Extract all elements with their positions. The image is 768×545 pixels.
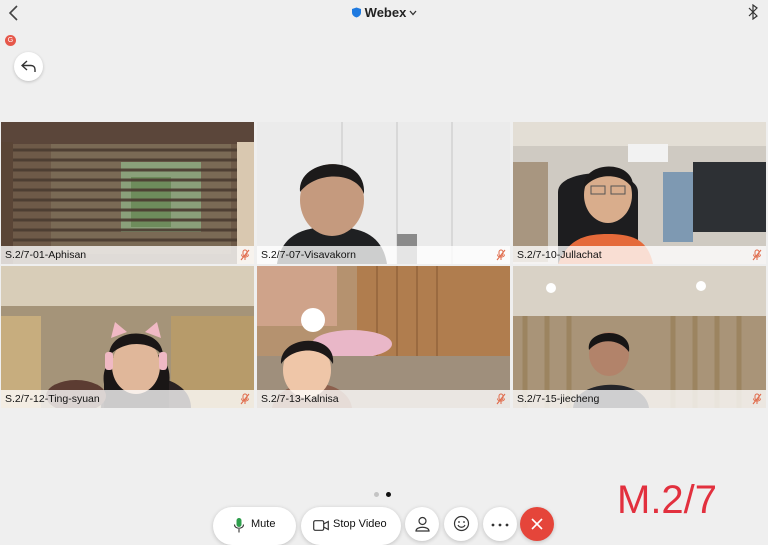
- class-watermark: M.2/7: [617, 478, 718, 522]
- mic-muted-icon: [752, 393, 762, 405]
- stop-video-button[interactable]: Stop Video: [301, 507, 401, 545]
- video-tile[interactable]: S.2/7-10-Jullachat: [513, 122, 766, 264]
- video-tile[interactable]: S.2/7-13-Kalnisa: [257, 266, 510, 408]
- mute-button[interactable]: Mute: [213, 507, 296, 545]
- video-tile[interactable]: S.2/7-07-Visavakorn: [257, 122, 510, 264]
- video-tile[interactable]: S.2/7-01-Aphisan: [1, 122, 254, 264]
- bluetooth-icon: [748, 4, 758, 20]
- video-tile[interactable]: S.2/7-15-jiecheng: [513, 266, 766, 408]
- emoji-icon: [453, 515, 470, 532]
- chevron-down-icon: [409, 10, 417, 16]
- participant-label: S.2/7-15-jiecheng: [513, 390, 766, 408]
- participant-name: S.2/7-15-jiecheng: [517, 393, 600, 405]
- page-dot-active[interactable]: [386, 492, 391, 497]
- arrow-back-icon: [21, 60, 36, 72]
- page-indicator[interactable]: [374, 484, 398, 502]
- participant-name: S.2/7-01-Aphisan: [5, 249, 87, 261]
- video-camera-icon: [313, 520, 329, 531]
- participant-label: S.2/7-01-Aphisan: [1, 246, 254, 264]
- video-feed: [513, 122, 766, 264]
- title-bar: Webex: [0, 0, 768, 26]
- webex-shield-icon: [351, 7, 361, 18]
- video-feed: [1, 122, 254, 264]
- close-icon: [531, 518, 543, 530]
- video-feed: [513, 266, 766, 408]
- mic-muted-icon: [752, 249, 762, 261]
- reactions-button[interactable]: [444, 507, 478, 541]
- video-feed: [1, 266, 254, 408]
- participant-label: S.2/7-12-Ting-syuan: [1, 390, 254, 408]
- person-icon: [415, 516, 430, 532]
- mic-muted-icon: [240, 249, 250, 261]
- participant-name: S.2/7-07-Visavakorn: [261, 249, 356, 261]
- page-dot[interactable]: [374, 492, 379, 497]
- video-tile[interactable]: S.2/7-12-Ting-syuan: [1, 266, 254, 408]
- mic-muted-icon: [496, 249, 506, 261]
- participant-name: S.2/7-10-Jullachat: [517, 249, 602, 261]
- back-button[interactable]: [14, 52, 43, 81]
- participant-label: S.2/7-07-Visavakorn: [257, 246, 510, 264]
- participant-label: S.2/7-10-Jullachat: [513, 246, 766, 264]
- more-dots-icon: [491, 523, 509, 527]
- microphone-icon: [233, 518, 245, 533]
- participant-label: S.2/7-13-Kalnisa: [257, 390, 510, 408]
- app-title[interactable]: Webex: [0, 5, 768, 20]
- more-options-button[interactable]: [483, 507, 517, 541]
- participants-button[interactable]: [405, 507, 439, 541]
- recording-badge: G: [5, 35, 16, 46]
- participant-name: S.2/7-13-Kalnisa: [261, 393, 339, 405]
- mic-muted-icon: [240, 393, 250, 405]
- stop-video-label: Stop Video: [333, 518, 387, 530]
- app-title-text: Webex: [364, 5, 407, 20]
- mute-label: Mute: [251, 518, 276, 530]
- end-call-button[interactable]: [520, 507, 554, 541]
- video-feed: [257, 122, 510, 264]
- mic-muted-icon: [496, 393, 506, 405]
- participant-name: S.2/7-12-Ting-syuan: [5, 393, 100, 405]
- video-feed: [257, 266, 510, 408]
